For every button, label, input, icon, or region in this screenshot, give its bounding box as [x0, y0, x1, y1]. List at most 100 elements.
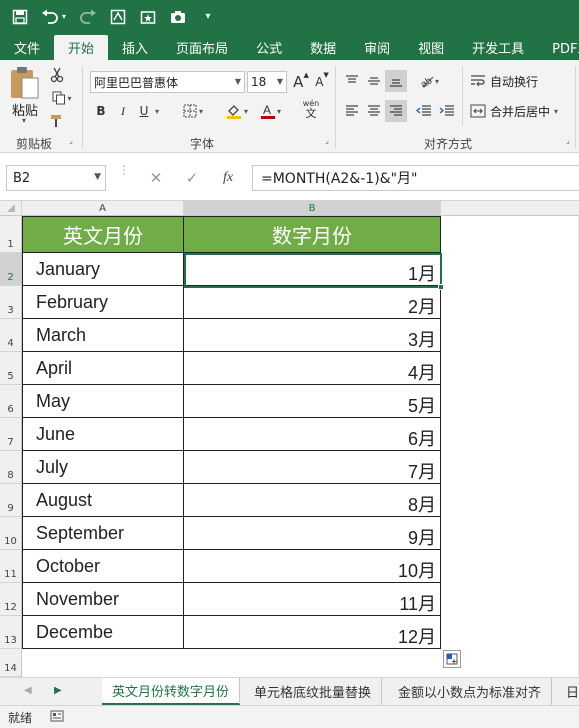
- column-header-a[interactable]: A: [22, 201, 184, 216]
- redo-icon[interactable]: [78, 7, 98, 27]
- underline-chevron-icon[interactable]: ▾: [152, 100, 162, 122]
- sheet-tab-more[interactable]: 日: [556, 678, 579, 705]
- formula-input[interactable]: =MONTH(A2&-1)&"月": [252, 165, 579, 191]
- scroll-right-icon[interactable]: ▶: [54, 685, 62, 696]
- cell-number-month[interactable]: 5月: [184, 385, 441, 418]
- sheet-tab-decimal-align[interactable]: 金额以小数点为标准对齐: [388, 678, 553, 705]
- wrap-text-button[interactable]: 自动换行: [470, 70, 538, 92]
- align-top-icon[interactable]: [342, 70, 362, 92]
- tab-developer[interactable]: 开发工具: [458, 35, 538, 60]
- save-icon[interactable]: [10, 7, 30, 27]
- border-icon[interactable]: ▾: [178, 100, 208, 122]
- form-icon[interactable]: [108, 7, 128, 27]
- row-header[interactable]: 1: [0, 216, 22, 253]
- select-all-corner[interactable]: [0, 201, 22, 216]
- format-painter-icon[interactable]: [48, 110, 66, 132]
- cell-english-month[interactable]: October: [22, 550, 184, 583]
- cell-english-month[interactable]: February: [22, 286, 184, 319]
- row-header[interactable]: 14: [0, 649, 22, 677]
- cell-english-month[interactable]: August: [22, 484, 184, 517]
- cell-english-month[interactable]: September: [22, 517, 184, 550]
- row-header[interactable]: 11: [0, 550, 22, 583]
- fill-color-icon[interactable]: ▾: [222, 100, 252, 122]
- font-color-icon[interactable]: A ▾: [256, 100, 286, 122]
- paste-chevron-icon[interactable]: ▾: [22, 116, 26, 125]
- decrease-indent-icon[interactable]: [414, 100, 434, 122]
- cell-number-month[interactable]: 3月: [184, 319, 441, 352]
- orientation-icon[interactable]: ab ▾: [414, 70, 444, 92]
- cell-english-month[interactable]: May: [22, 385, 184, 418]
- tab-page-layout[interactable]: 页面布局: [162, 35, 242, 60]
- tab-formulas[interactable]: 公式: [242, 35, 296, 60]
- cell-english-month[interactable]: November: [22, 583, 184, 616]
- cell-number-month[interactable]: 12月: [184, 616, 441, 649]
- formula-bar-grip-icon[interactable]: ⋮: [118, 164, 130, 176]
- row-header[interactable]: 13: [0, 616, 22, 649]
- enter-icon[interactable]: ✓: [181, 165, 203, 191]
- sheet-tab-month-convert[interactable]: 英文月份转数字月份: [102, 678, 241, 705]
- tab-file[interactable]: 文件: [0, 35, 54, 60]
- customize-icon[interactable]: ▾: [198, 7, 218, 27]
- font-size-select[interactable]: 18 ▼: [247, 71, 287, 93]
- scroll-left-icon[interactable]: ◀: [24, 685, 32, 696]
- chevron-down-icon[interactable]: ▼: [94, 172, 101, 182]
- cell-english-month[interactable]: July: [22, 451, 184, 484]
- chevron-down-icon[interactable]: ▾: [60, 7, 68, 27]
- cancel-icon[interactable]: ✕: [145, 165, 167, 191]
- cell-number-month[interactable]: 11月: [184, 583, 441, 616]
- tab-view[interactable]: 视图: [404, 35, 458, 60]
- tab-review[interactable]: 审阅: [350, 35, 404, 60]
- cell-english-month[interactable]: Decembe: [22, 616, 184, 649]
- column-header-c[interactable]: [441, 201, 579, 216]
- font-name-select[interactable]: 阿里巴巴普惠体 ▼: [90, 71, 245, 93]
- header-cell-english-month[interactable]: 英文月份: [22, 216, 184, 253]
- underline-button[interactable]: U: [136, 100, 152, 122]
- row-header[interactable]: 3: [0, 286, 22, 319]
- cell-english-month[interactable]: June: [22, 418, 184, 451]
- phonetic-icon[interactable]: wén 文: [298, 98, 324, 120]
- decrease-font-icon[interactable]: A ▼: [313, 71, 331, 93]
- header-cell-number-month[interactable]: 数字月份: [184, 216, 441, 253]
- quick-analysis-icon[interactable]: [443, 650, 461, 668]
- tab-data[interactable]: 数据: [296, 35, 350, 60]
- macro-record-icon[interactable]: [50, 710, 64, 725]
- alignment-launcher-icon[interactable]: ⌟: [563, 134, 573, 146]
- align-right-icon[interactable]: [385, 100, 407, 122]
- fill-handle[interactable]: [438, 284, 444, 290]
- cell-number-month[interactable]: 7月: [184, 451, 441, 484]
- increase-indent-icon[interactable]: [437, 100, 457, 122]
- cell-number-month[interactable]: 8月: [184, 484, 441, 517]
- sheet-tab-shading-replace[interactable]: 单元格底纹批量替换: [244, 678, 383, 705]
- undo-icon[interactable]: [40, 7, 60, 27]
- paste-icon[interactable]: [8, 66, 44, 102]
- align-bottom-icon[interactable]: [385, 70, 407, 92]
- align-center-icon[interactable]: [364, 100, 384, 122]
- row-header[interactable]: 8: [0, 451, 22, 484]
- row-header[interactable]: 4: [0, 319, 22, 352]
- cell-number-month[interactable]: 1月: [184, 253, 441, 286]
- italic-button[interactable]: I: [115, 100, 131, 122]
- cell-number-month[interactable]: 9月: [184, 517, 441, 550]
- tab-pdf[interactable]: PDF工: [538, 35, 579, 60]
- cell-english-month[interactable]: March: [22, 319, 184, 352]
- row-header[interactable]: 5: [0, 352, 22, 385]
- cell-number-month[interactable]: 10月: [184, 550, 441, 583]
- tab-home[interactable]: 开始: [54, 35, 109, 60]
- align-left-icon[interactable]: [342, 100, 362, 122]
- copy-icon[interactable]: ▾: [48, 87, 76, 109]
- cell-number-month[interactable]: 4月: [184, 352, 441, 385]
- cell-english-month[interactable]: January: [22, 253, 184, 286]
- row-header[interactable]: 12: [0, 583, 22, 616]
- tab-insert[interactable]: 插入: [108, 35, 162, 60]
- align-middle-icon[interactable]: [364, 70, 384, 92]
- column-header-b[interactable]: B: [184, 201, 441, 216]
- cell-number-month[interactable]: 6月: [184, 418, 441, 451]
- name-box[interactable]: B2 ▼: [6, 165, 106, 191]
- camera-icon[interactable]: [168, 7, 188, 27]
- row-header[interactable]: 6: [0, 385, 22, 418]
- font-launcher-icon[interactable]: ⌟: [322, 134, 332, 146]
- row-header[interactable]: 2: [0, 253, 22, 286]
- bold-button[interactable]: B: [92, 100, 110, 122]
- row-header[interactable]: 10: [0, 517, 22, 550]
- star-icon[interactable]: [138, 7, 158, 27]
